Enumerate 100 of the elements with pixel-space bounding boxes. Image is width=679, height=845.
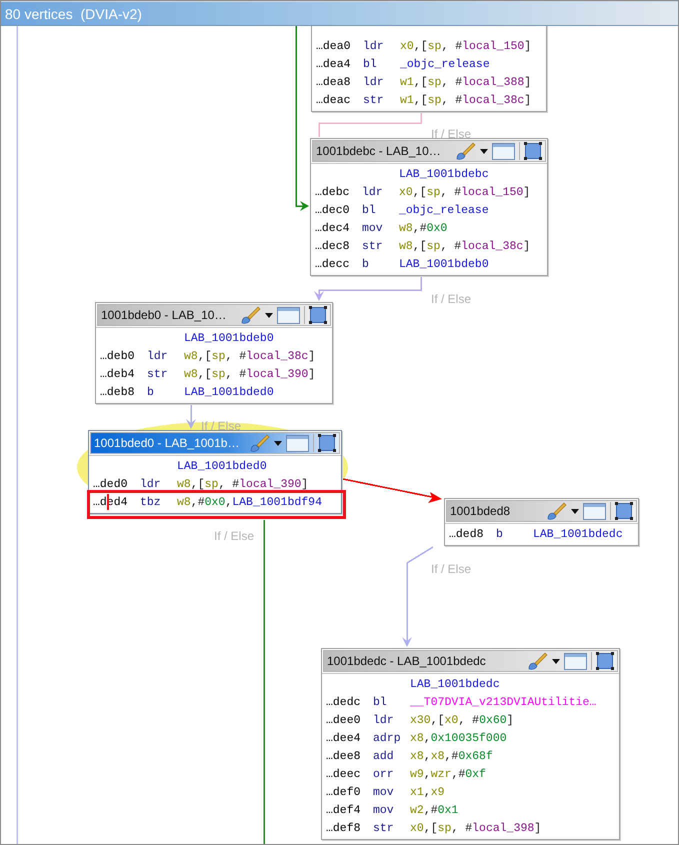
block-header[interactable]: 1001bdeb0 - LAB_10… xyxy=(97,304,331,326)
address-text: …ded0 xyxy=(93,478,129,490)
operand-text: __T07DVIA_v213DVIAUtilitie… xyxy=(410,696,596,708)
caret-icon[interactable] xyxy=(571,508,579,514)
address-text: …deec xyxy=(326,768,362,780)
address-text: …dec0 xyxy=(315,204,351,216)
operand-text: w1,[sp, #local_388] xyxy=(400,76,532,88)
address-text: …deb0 xyxy=(100,350,136,362)
label-text: LAB_1001bded0 xyxy=(177,460,267,472)
caret-icon[interactable] xyxy=(265,312,273,318)
label-text: LAB_1001bdedc xyxy=(410,678,500,690)
caret-icon[interactable] xyxy=(552,658,560,664)
address-text: …debc xyxy=(315,186,351,198)
brush-icon[interactable] xyxy=(526,651,548,671)
operand-text: w9,wzr,#0xf xyxy=(410,768,486,780)
square-icon[interactable] xyxy=(615,502,633,520)
address-text: …ded8 xyxy=(449,528,485,540)
mnemonic-text: mov xyxy=(373,786,395,798)
mnemonic-text: ldr xyxy=(363,76,385,88)
square-icon[interactable] xyxy=(309,306,327,324)
operand-text: LAB_1001bdedc xyxy=(533,528,623,540)
mnemonic-text: ldr xyxy=(373,714,395,726)
mnemonic-text: mov xyxy=(373,804,395,816)
mnemonic-text: b xyxy=(147,386,155,398)
mnemonic-text: add xyxy=(373,750,395,762)
mnemonic-text: ldr xyxy=(362,186,384,198)
edge-label: If / Else xyxy=(214,529,254,543)
mnemonic-text: str xyxy=(147,368,169,380)
address-text: …def4 xyxy=(326,804,362,816)
caret-icon[interactable] xyxy=(480,148,488,154)
block-title: 1001bded0 - LAB_1001b… xyxy=(94,436,240,450)
edge-label: If / Else xyxy=(431,127,472,141)
address-text: …def0 xyxy=(326,786,362,798)
operand-text: w8,[sp, #local_390] xyxy=(177,478,308,490)
operand-text: x8,0x10035f000 xyxy=(410,732,507,744)
mnemonic-text: mov xyxy=(362,222,384,234)
address-text: …dea4 xyxy=(316,58,352,70)
mnemonic-text: ldr xyxy=(140,478,162,490)
block-header[interactable]: 1001bdebc - LAB_10… xyxy=(312,140,546,162)
operand-text: w8,[sp, #local_38c] xyxy=(399,240,530,252)
block-header[interactable]: 1001bded8 xyxy=(446,500,637,522)
operand-text: x0,[sp, #local_398] xyxy=(410,822,542,834)
operand-text: w8,#0x0,LAB_1001bdf94 xyxy=(177,496,322,508)
block-title: 1001bdeb0 - LAB_10… xyxy=(101,308,228,322)
address-text: …dec8 xyxy=(315,240,351,252)
operand-text: w1,[sp, #local_38c] xyxy=(400,94,532,106)
square-icon[interactable] xyxy=(596,652,614,670)
square-icon[interactable] xyxy=(318,434,336,452)
operand-text: LAB_1001bded0 xyxy=(184,386,274,398)
address-text: …dee0 xyxy=(326,714,362,726)
caret-icon[interactable] xyxy=(274,440,282,446)
mnemonic-text: tbz xyxy=(140,496,162,508)
address-text: …dea0 xyxy=(316,40,352,52)
brush-icon[interactable] xyxy=(545,501,567,521)
brush-icon[interactable] xyxy=(239,305,261,325)
operand-text: w8,[sp, #local_38c] xyxy=(184,350,316,362)
address-text: …dec4 xyxy=(315,222,351,234)
address-text: …dee8 xyxy=(326,750,362,762)
mnemonic-text: bl xyxy=(363,58,378,70)
mnemonic-text: bl xyxy=(362,204,377,216)
address-text: …deb4 xyxy=(100,368,136,380)
mnemonic-text: str xyxy=(363,94,385,106)
mnemonic-text: str xyxy=(362,240,384,252)
address-text: …def8 xyxy=(326,822,362,834)
address-text: …deac xyxy=(316,94,352,106)
brush-icon[interactable] xyxy=(454,141,476,161)
operand-text: x0,[sp, #local_150] xyxy=(400,40,532,52)
operand-text: _objc_release xyxy=(399,204,489,216)
mnemonic-text: ldr xyxy=(363,40,385,52)
edge-label: If / Else xyxy=(431,562,472,576)
address-text: …decc xyxy=(315,258,351,270)
operand-text: LAB_1001bdeb0 xyxy=(399,258,489,270)
mnemonic-text: ldr xyxy=(147,350,169,362)
block-title: 1001bded8 xyxy=(450,504,512,518)
operand-text: x8,x8,#0x68f xyxy=(410,750,493,762)
mnemonic-text: orr xyxy=(373,768,395,780)
label-text: LAB_1001bdeb0 xyxy=(184,332,274,344)
mnemonic-text: b xyxy=(496,528,504,540)
operand-text: x1,x9 xyxy=(410,786,445,798)
block-title: 1001bdebc - LAB_10… xyxy=(316,144,442,158)
operand-text: w2,#0x1 xyxy=(410,804,458,816)
block-title: 1001bdedc - LAB_1001bdedc xyxy=(327,654,487,668)
address-text: …dee4 xyxy=(326,732,362,744)
block-header[interactable]: 1001bded0 - LAB_1001b… xyxy=(90,432,340,454)
operand-text: w8,[sp, #local_390] xyxy=(184,368,316,380)
operand-text: x0,[sp, #local_150] xyxy=(399,186,530,198)
mnemonic-text: bl xyxy=(373,696,388,708)
square-icon[interactable] xyxy=(524,142,542,160)
address-text: …deb8 xyxy=(100,386,136,398)
block-header[interactable]: 1001bdedc - LAB_1001bdedc xyxy=(323,650,618,672)
window-title: 80 vertices (DVIA-v2) xyxy=(5,6,142,22)
operand-text: _objc_release xyxy=(400,58,490,70)
address-text: …dedc xyxy=(326,696,362,708)
address-text: …dea8 xyxy=(316,76,352,88)
edge-label: If / Else xyxy=(431,292,472,306)
operand-text: w8,#0x0 xyxy=(399,222,448,234)
label-text: LAB_1001bdebc xyxy=(399,168,489,180)
mnemonic-text: str xyxy=(373,822,395,834)
edge-label: If / Else xyxy=(201,419,242,433)
mnemonic-text: b xyxy=(362,258,370,270)
